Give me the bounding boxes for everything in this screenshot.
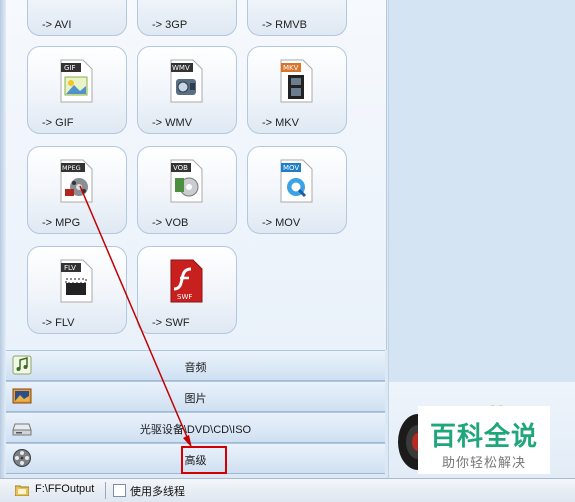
format-label: -> AVI — [42, 19, 72, 31]
format-label: -> WMV — [152, 117, 193, 129]
format-label: -> MKV — [262, 117, 299, 129]
format-tile-swf[interactable]: SWF -> SWF — [137, 246, 237, 334]
svg-text:GIF: GIF — [64, 64, 76, 72]
svg-text:MOV: MOV — [283, 164, 299, 172]
flv-file-icon: FLV — [60, 259, 93, 303]
format-tile-mov[interactable]: MOV -> MOV — [247, 146, 347, 234]
format-label: -> MPG — [42, 217, 81, 229]
watermark-subtitle: 助你轻松解决 — [441, 455, 526, 470]
annotation-highlight-box — [181, 446, 227, 474]
watermark-title: 百科全说 — [429, 421, 538, 451]
category-label: 光驱设备\DVD\CD\ISO — [139, 424, 252, 436]
category-label: 音频 — [184, 362, 207, 374]
output-folder-icon[interactable] — [15, 484, 29, 496]
format-tile-mpg[interactable]: MPEG -> MPG — [27, 146, 127, 234]
category-image[interactable]: 图片 — [6, 381, 385, 412]
svg-text:SWF: SWF — [177, 293, 192, 301]
svg-text:MPEG: MPEG — [62, 164, 81, 172]
category-audio[interactable]: 音频 — [6, 350, 385, 381]
format-label: -> RMVB — [262, 19, 307, 31]
format-tile-wmv[interactable]: WMV -> WMV — [137, 46, 237, 134]
mkv-file-icon: MKV — [280, 59, 313, 103]
svg-text:WMV: WMV — [172, 64, 190, 72]
category-rom-device[interactable]: 光驱设备\DVD\CD\ISO — [6, 412, 385, 443]
format-tile-vob[interactable]: VOB -> VOB — [137, 146, 237, 234]
svg-text:VOB: VOB — [173, 164, 188, 172]
svg-text:FLV: FLV — [64, 264, 76, 272]
watermark-logo: 百科全说 助你轻松解决 — [418, 406, 550, 474]
multithread-label[interactable]: 使用多线程 — [130, 483, 185, 499]
category-label: 图片 — [184, 393, 207, 405]
mov-file-icon: MOV — [280, 159, 313, 203]
format-tile-rmvb[interactable]: -> RMVB — [247, 0, 347, 36]
format-label: -> MOV — [262, 217, 301, 229]
output-path[interactable]: F:\FFOutput — [35, 483, 94, 495]
format-label: -> SWF — [152, 317, 190, 329]
format-tile-flv[interactable]: FLV -> FLV — [27, 246, 127, 334]
vob-file-icon: VOB — [170, 159, 203, 203]
format-tile-gif[interactable]: GIF -> GIF — [27, 46, 127, 134]
status-separator — [105, 482, 106, 499]
format-tile-mkv[interactable]: MKV -> MKV — [247, 46, 347, 134]
swf-file-icon: SWF — [170, 259, 203, 303]
format-label: -> FLV — [42, 317, 75, 329]
format-tile-3gp[interactable]: -> 3GP — [137, 0, 237, 36]
gif-file-icon: GIF — [60, 59, 93, 103]
format-label: -> VOB — [152, 217, 189, 229]
mpeg-file-icon: MPEG — [60, 159, 93, 203]
wmv-file-icon: WMV — [170, 59, 203, 103]
svg-text:MKV: MKV — [283, 64, 299, 72]
multithread-checkbox[interactable] — [113, 484, 126, 497]
format-tile-avi[interactable]: -> AVI — [27, 0, 127, 36]
task-list-pane — [388, 0, 575, 382]
format-label: -> GIF — [42, 117, 74, 129]
status-bar: F:\FFOutput 使用多线程 — [0, 478, 575, 502]
format-label: -> 3GP — [152, 19, 188, 31]
